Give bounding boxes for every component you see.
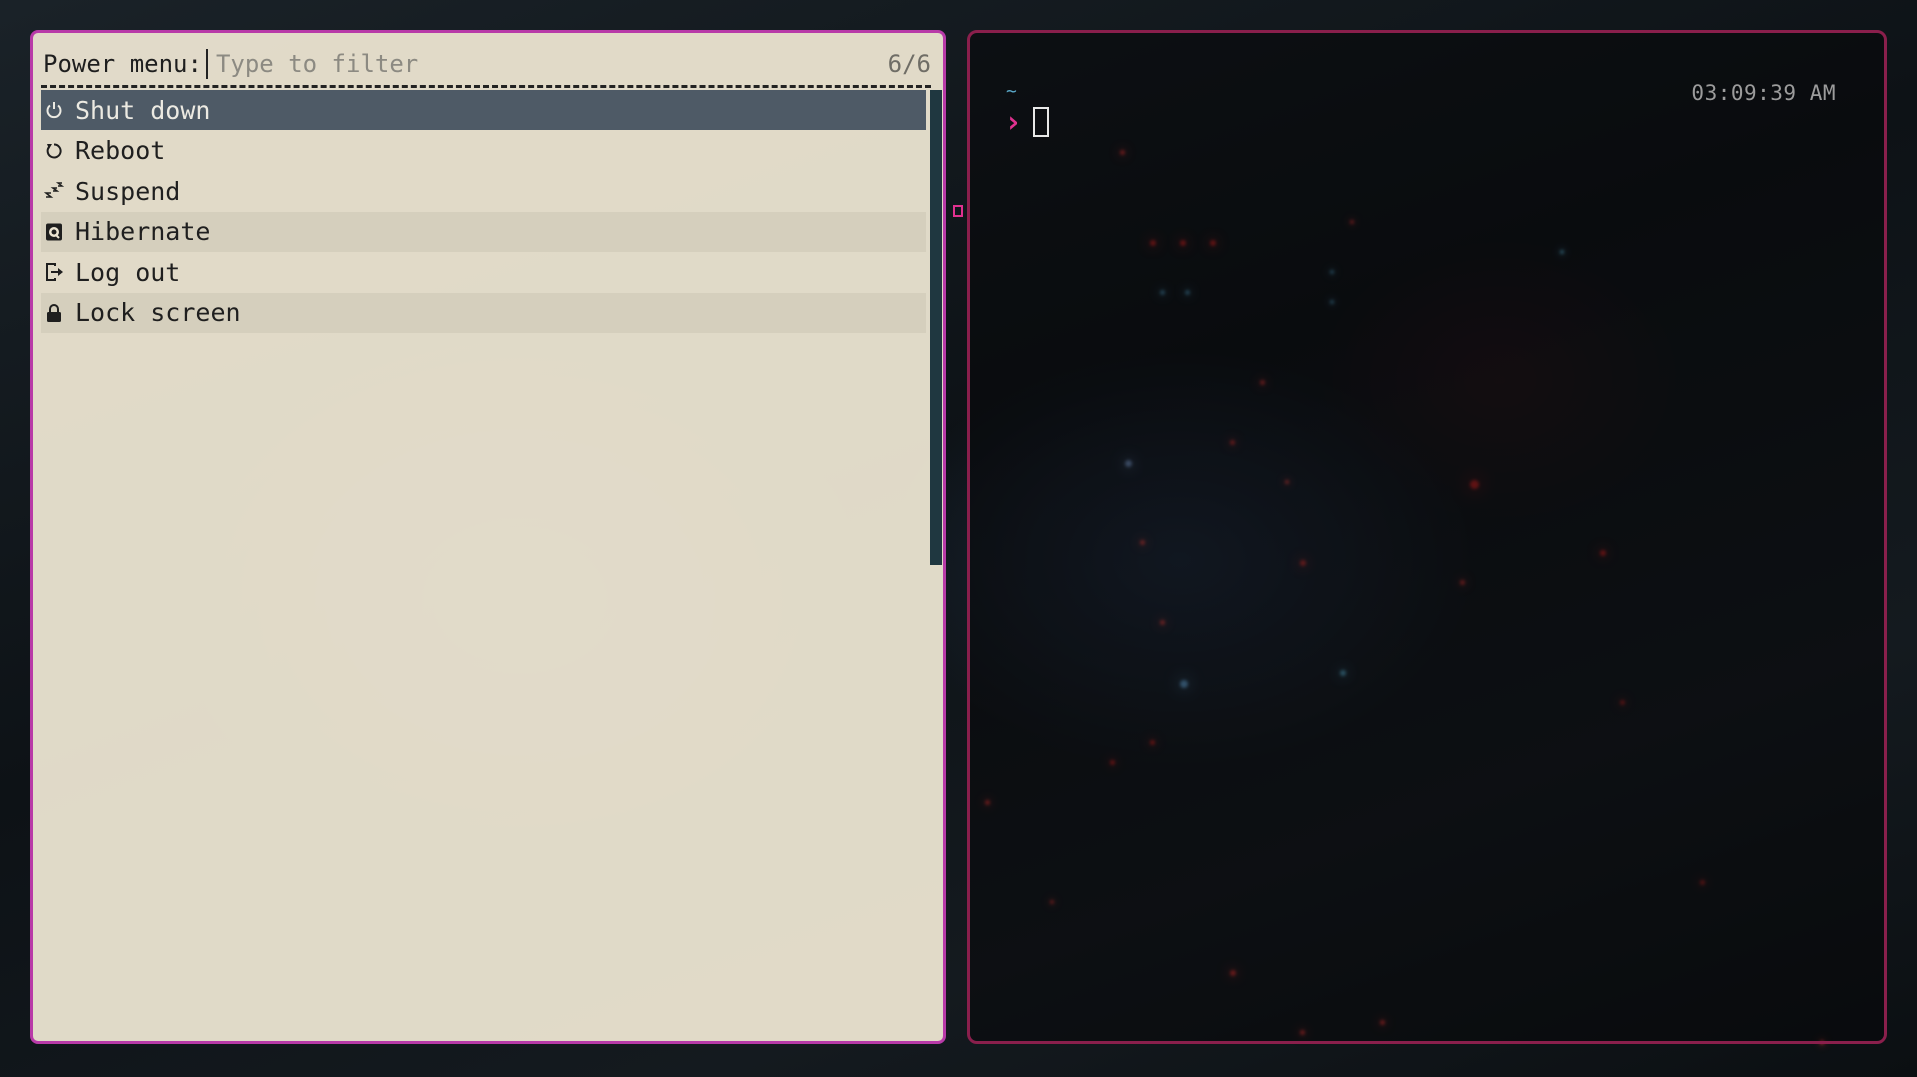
- menu-item-lock-screen[interactable]: Lock screen: [41, 292, 926, 333]
- menu-item-shut-down[interactable]: Shut down: [41, 90, 926, 130]
- prompt-label: Power menu:: [43, 50, 202, 78]
- header-separator: [41, 85, 931, 88]
- filter-input[interactable]: [205, 49, 880, 79]
- scrollbar[interactable]: [930, 90, 942, 565]
- logout-icon: [43, 261, 65, 283]
- clock: 03:09:39 AM: [1691, 81, 1836, 105]
- terminal-cursor: [1033, 107, 1049, 137]
- reboot-icon: [43, 140, 65, 162]
- terminal-window[interactable]: ~ › 03:09:39 AM: [967, 30, 1887, 1044]
- menu-item-hibernate[interactable]: Hibernate: [41, 211, 926, 252]
- lock-icon: [43, 302, 65, 324]
- menu-item-label: Shut down: [75, 95, 211, 125]
- menu-header: Power menu: 6/6: [43, 47, 931, 81]
- menu-item-reboot[interactable]: Reboot: [41, 131, 926, 171]
- window-edge-marker: [953, 205, 963, 217]
- sleep-icon: [43, 180, 65, 202]
- menu-item-log-out[interactable]: Log out: [41, 252, 926, 292]
- prompt-symbol: ›: [1004, 105, 1023, 140]
- menu-item-label: Log out: [75, 257, 181, 287]
- menu-item-label: Hibernate: [75, 217, 211, 246]
- menu-item-suspend[interactable]: Suspend: [41, 171, 926, 211]
- menu-list: Shut down Reboot Suspend Hibernate Log o…: [41, 90, 926, 333]
- menu-item-label: Suspend: [75, 176, 181, 206]
- current-directory: ~: [1006, 81, 1017, 102]
- hibernate-icon: [43, 221, 65, 243]
- power-icon: [43, 99, 65, 121]
- menu-item-label: Lock screen: [75, 298, 241, 327]
- menu-item-label: Reboot: [75, 136, 166, 165]
- power-menu-window: Power menu: 6/6 Shut down Reboot Suspend: [30, 30, 946, 1044]
- match-count: 6/6: [887, 50, 931, 78]
